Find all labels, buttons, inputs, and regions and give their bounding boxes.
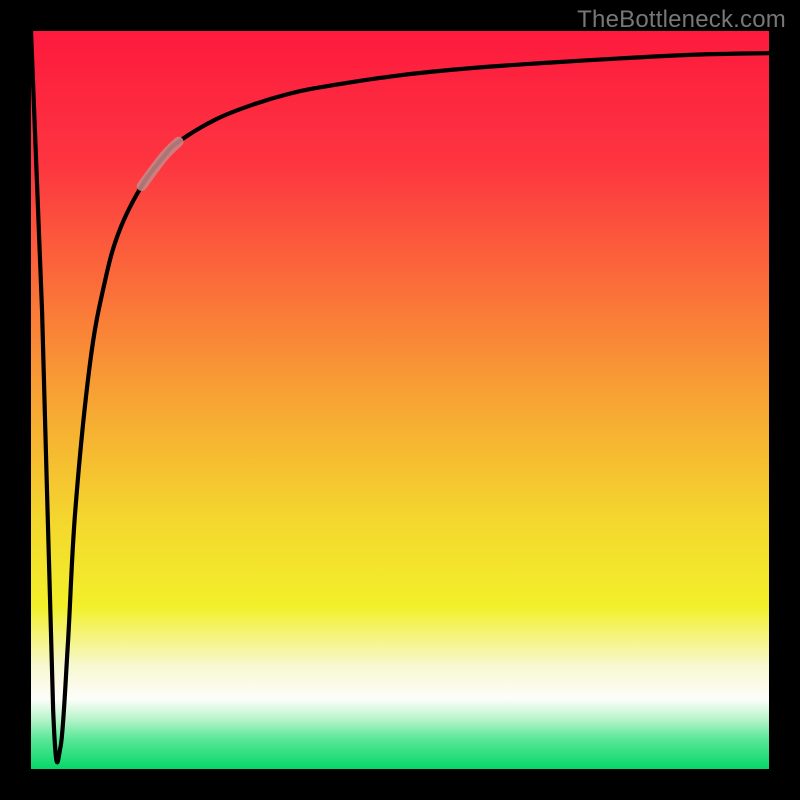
gradient-background xyxy=(31,31,769,769)
chart-frame: TheBottleneck.com xyxy=(0,0,800,800)
chart-svg xyxy=(31,31,769,769)
watermark-label: TheBottleneck.com xyxy=(577,6,786,34)
plot-area xyxy=(31,31,769,769)
